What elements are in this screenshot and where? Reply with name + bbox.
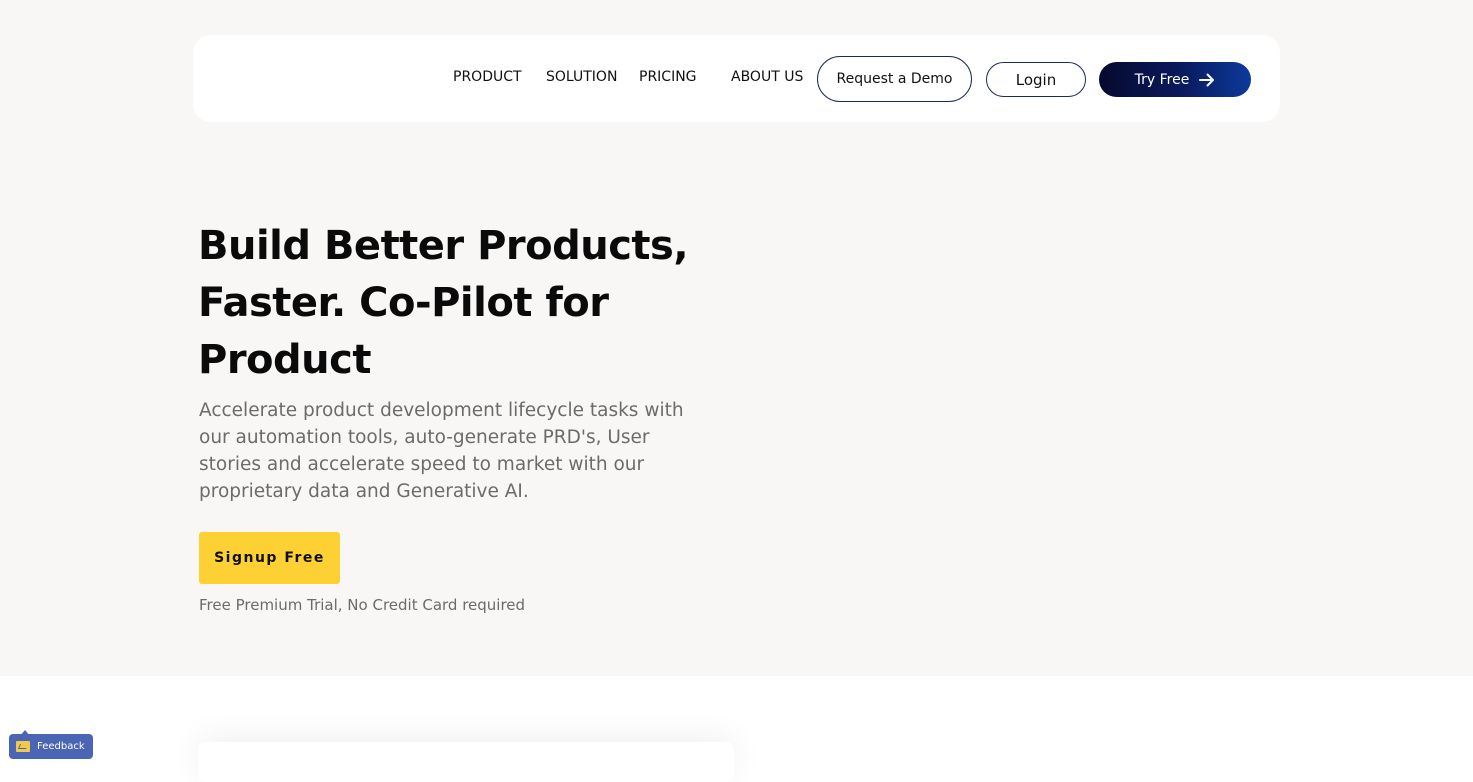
try-free-label: Try Free bbox=[1134, 71, 1190, 88]
hero-title: Build Better Products, Faster. Co-Pilot … bbox=[198, 223, 689, 383]
nav-link-about-us[interactable]: ABOUT US bbox=[731, 69, 803, 85]
try-free-button[interactable]: Try Free bbox=[1099, 62, 1251, 97]
request-demo-button[interactable]: Request a Demo bbox=[817, 56, 972, 102]
feedback-button[interactable]: Feedback bbox=[9, 734, 93, 759]
nav-link-product[interactable]: PRODUCT bbox=[453, 69, 522, 85]
nav-link-solution[interactable]: SOLUTION bbox=[546, 69, 617, 85]
feedback-label: Feedback bbox=[37, 741, 85, 752]
arrow-right-icon bbox=[1199, 73, 1215, 86]
login-label: Login bbox=[1015, 70, 1057, 89]
signup-free-label: Signup Free bbox=[214, 550, 325, 566]
signup-free-button[interactable]: Signup Free bbox=[199, 532, 340, 584]
feature-card bbox=[198, 742, 734, 782]
hero-subtitle: Accelerate product development lifecycle… bbox=[199, 400, 684, 502]
login-button[interactable]: Login bbox=[986, 62, 1086, 97]
request-demo-label: Request a Demo bbox=[836, 70, 953, 87]
nav-link-pricing[interactable]: PRICING bbox=[639, 69, 697, 85]
trial-note: Free Premium Trial, No Credit Card requi… bbox=[199, 596, 526, 614]
feedback-icon bbox=[16, 741, 30, 752]
